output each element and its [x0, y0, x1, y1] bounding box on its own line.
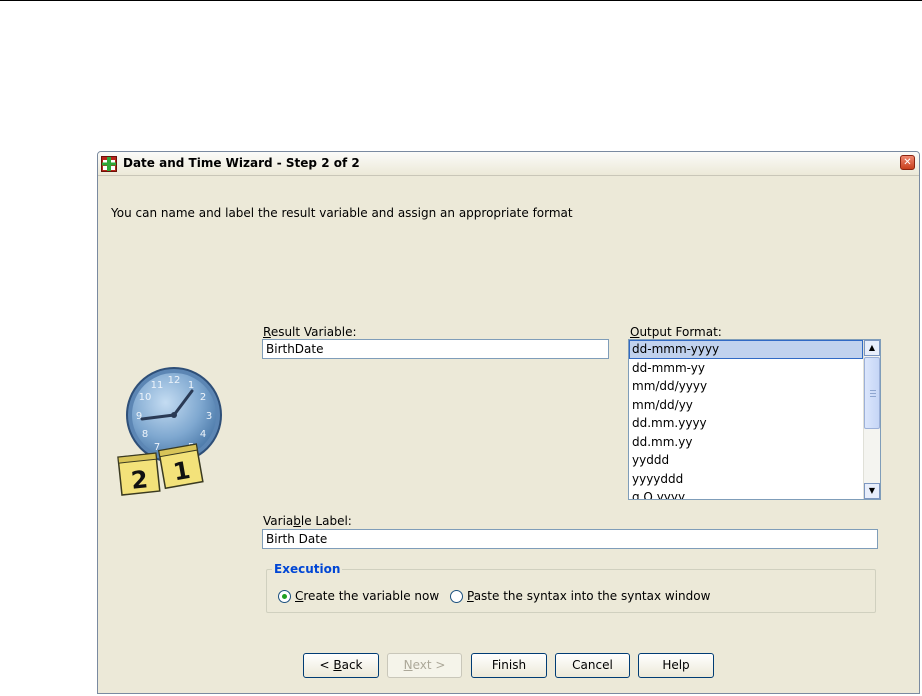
create-variable-label[interactable]: Create the variable now: [295, 589, 439, 603]
clock-number: 1: [188, 380, 194, 391]
clock-number: 10: [139, 392, 152, 403]
output-format-options: dd-mmm-yyyy dd-mmm-yy mm/dd/yyyy mm/dd/y…: [629, 340, 863, 499]
cancel-button[interactable]: Cancel: [555, 653, 630, 678]
clock-number: 3: [206, 411, 212, 422]
result-variable-input[interactable]: [262, 339, 609, 359]
date-time-wizard-dialog: Date and Time Wizard - Step 2 of 2 ✕ You…: [97, 151, 920, 694]
clock-number: 8: [142, 429, 148, 440]
help-button[interactable]: Help: [638, 653, 714, 678]
finish-button[interactable]: Finish: [471, 653, 547, 678]
intro-text: You can name and label the result variab…: [111, 206, 573, 220]
arrow-up-icon: ▲: [868, 343, 876, 352]
list-item[interactable]: q Q yyyy: [629, 488, 863, 499]
scroll-down-button[interactable]: ▼: [864, 483, 880, 499]
scroll-thumb[interactable]: [864, 357, 880, 429]
create-variable-radio[interactable]: [278, 590, 291, 603]
list-item[interactable]: dd-mmm-yyyy: [629, 340, 863, 359]
clock-calendar-icon: 12 1 2 3 4 5 6 7 8 9 10 11 2 1: [117, 367, 222, 496]
arrow-down-icon: ▼: [868, 486, 876, 495]
clock-number: 12: [168, 375, 181, 386]
variable-label-label: Variable Label:: [263, 514, 352, 528]
output-format-scrollbar[interactable]: ▲ ▼: [863, 340, 880, 499]
execution-group-title: Execution: [272, 562, 343, 576]
list-item[interactable]: dd.mm.yyyy: [629, 414, 863, 433]
grip-icon: [870, 390, 876, 398]
list-item[interactable]: yyyyddd: [629, 470, 863, 489]
scroll-up-button[interactable]: ▲: [864, 340, 880, 356]
result-variable-label: Result Variable:: [263, 325, 357, 339]
title-bar: Date and Time Wizard - Step 2 of 2 ✕: [98, 152, 919, 176]
close-icon: ✕: [903, 157, 912, 168]
list-item[interactable]: dd-mmm-yy: [629, 359, 863, 378]
clock-number: 11: [151, 380, 164, 391]
top-rule: [0, 0, 922, 1]
paste-syntax-label[interactable]: Paste the syntax into the syntax window: [467, 589, 710, 603]
clock-number: 9: [136, 411, 142, 422]
list-item[interactable]: yyddd: [629, 451, 863, 470]
date-time-wizard-icon: [101, 156, 117, 172]
dialog-title: Date and Time Wizard - Step 2 of 2: [123, 156, 360, 170]
paste-syntax-radio[interactable]: [450, 590, 463, 603]
list-item[interactable]: mm/dd/yyyy: [629, 377, 863, 396]
variable-label-input[interactable]: [262, 529, 878, 549]
close-button[interactable]: ✕: [900, 155, 915, 170]
calendar-left-number: 2: [130, 465, 150, 495]
clock-number: 4: [200, 429, 206, 440]
clock-number: 2: [200, 392, 206, 403]
output-format-label: Output Format:: [630, 325, 722, 339]
list-item[interactable]: mm/dd/yy: [629, 396, 863, 415]
next-button[interactable]: Next >: [387, 653, 462, 678]
output-format-list[interactable]: dd-mmm-yyyy dd-mmm-yy mm/dd/yyyy mm/dd/y…: [628, 339, 881, 500]
list-item[interactable]: dd.mm.yy: [629, 433, 863, 452]
back-button[interactable]: < Back: [303, 653, 379, 678]
